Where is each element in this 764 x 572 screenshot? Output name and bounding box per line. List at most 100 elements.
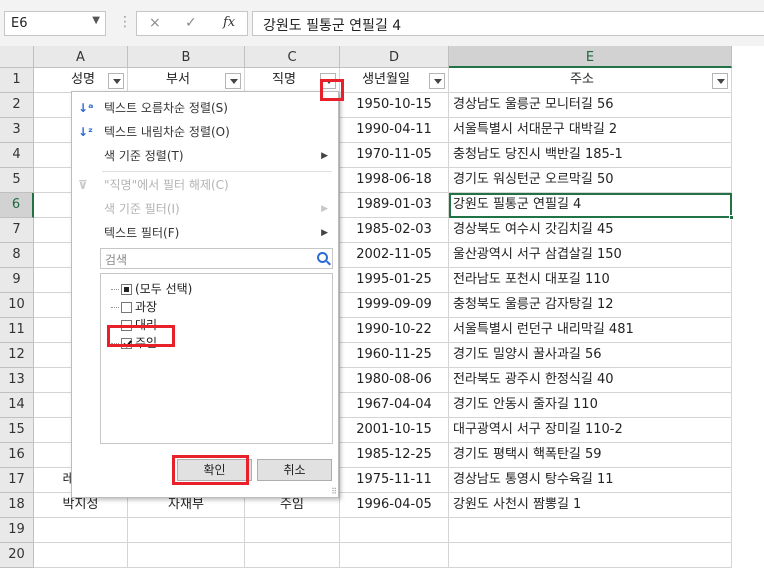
ok-button[interactable]: 확인 [177,459,252,481]
table-header-cell[interactable]: 성명 [34,68,128,93]
cell[interactable]: 1989-01-03 [340,193,449,218]
insert-function-icon[interactable]: fx [223,15,235,30]
cell[interactable]: 1985-12-25 [340,443,449,468]
cell[interactable]: 경기도 평택시 핵폭탄길 59 [449,443,732,468]
cell[interactable] [34,543,128,568]
cell[interactable]: 경상북도 여수시 갓김치길 45 [449,218,732,243]
table-header-cell[interactable]: 주소 [449,68,732,93]
row-header[interactable]: 10 [0,293,34,318]
row-header[interactable]: 19 [0,518,34,543]
row-header[interactable]: 5 [0,168,34,193]
menu-item-text-filter[interactable]: 텍스트 필터(F) ▶ [72,221,338,245]
cell[interactable]: 대구광역시 서구 장미길 110-2 [449,418,732,443]
column-header-e[interactable]: E [449,46,732,68]
row-header[interactable]: 16 [0,443,34,468]
cell[interactable]: 전라남도 포천시 대포길 110 [449,268,732,293]
filter-dropdown-button[interactable] [712,73,728,89]
filter-option-select-all[interactable]: (모두 선택) [111,280,192,298]
checkbox-partial[interactable] [121,284,132,295]
cell[interactable]: 1970-11-05 [340,143,449,168]
row-header[interactable]: 12 [0,343,34,368]
column-header-d[interactable]: D [340,46,449,68]
cell[interactable]: 1998-06-18 [340,168,449,193]
menu-item-sort-by-color[interactable]: 색 기준 정렬(T) ▶ [72,144,338,168]
row-header[interactable]: 13 [0,368,34,393]
cell[interactable]: 1990-10-22 [340,318,449,343]
row-header[interactable]: 7 [0,218,34,243]
cell[interactable]: 1995-01-25 [340,268,449,293]
cell[interactable] [449,518,732,543]
checkbox-checked[interactable] [121,338,132,349]
row-header[interactable]: 9 [0,268,34,293]
cell[interactable]: 울산광역시 서구 삼겹살길 150 [449,243,732,268]
row-header[interactable]: 17 [0,468,34,493]
filter-dropdown-button[interactable] [108,73,124,89]
row-header[interactable]: 15 [0,418,34,443]
filter-dropdown-button[interactable] [225,73,241,89]
cell[interactable]: 경기도 안동시 줄자길 110 [449,393,732,418]
row-header[interactable]: 4 [0,143,34,168]
table-header-cell[interactable]: 직명 [245,68,340,93]
row-header[interactable]: 1 [0,68,34,93]
cancel-button[interactable]: 취소 [257,459,332,481]
row-header[interactable]: 11 [0,318,34,343]
checkbox-unchecked[interactable] [121,302,132,313]
cell[interactable] [245,518,340,543]
cell[interactable] [340,518,449,543]
resize-grip-icon[interactable]: ⠿ [331,487,337,496]
cell[interactable]: 서울특별시 서대문구 대박길 2 [449,118,732,143]
fill-handle[interactable] [729,215,734,220]
row-header[interactable]: 20 [0,543,34,568]
cell[interactable] [128,543,245,568]
row-header[interactable]: 2 [0,93,34,118]
row-header[interactable]: 18 [0,493,34,518]
cell[interactable]: 1980-08-06 [340,368,449,393]
filter-search-input[interactable]: 검색 [100,248,333,269]
cell[interactable]: 경기도 밀양시 꿀사과길 56 [449,343,732,368]
filter-option-gwajang[interactable]: 과장 [111,298,157,316]
menu-item-sort-descending[interactable]: ↓ᶻ 텍스트 내림차순 정렬(O) [72,120,338,144]
column-header-a[interactable]: A [34,46,128,68]
row-header[interactable]: 8 [0,243,34,268]
chevron-down-icon[interactable]: ▼ [92,15,100,26]
cell[interactable] [128,518,245,543]
search-icon[interactable] [317,252,328,263]
cell[interactable]: 전라북도 광주시 한정식길 40 [449,368,732,393]
cell[interactable]: 경기도 워싱턴군 오르막길 50 [449,168,732,193]
name-box[interactable]: E6 ▼ [4,11,106,36]
row-header[interactable]: 3 [0,118,34,143]
filter-dropdown-button[interactable] [429,73,445,89]
filter-dropdown-button[interactable] [320,73,336,89]
cell[interactable] [340,543,449,568]
filter-value-list[interactable]: (모두 선택) 과장 대리 주임 [100,273,333,444]
selected-cell[interactable]: 강원도 필통군 연필길 4 [449,193,732,218]
cell[interactable]: 1990-04-11 [340,118,449,143]
column-header-b[interactable]: B [128,46,245,68]
menu-item-sort-ascending[interactable]: ↓ᵃ 텍스트 오름차순 정렬(S) [72,96,338,120]
cell[interactable] [34,518,128,543]
cell[interactable]: 충청북도 울릉군 감자탕길 12 [449,293,732,318]
cell[interactable]: 강원도 사천시 짬뽕길 1 [449,493,732,518]
cell[interactable]: 1975-11-11 [340,468,449,493]
cell[interactable]: 1960-11-25 [340,343,449,368]
checkbox-unchecked[interactable] [121,320,132,331]
cell[interactable] [449,543,732,568]
cell[interactable]: 2001-10-15 [340,418,449,443]
select-all-corner[interactable] [0,46,34,68]
formula-input[interactable]: 강원도 필통군 연필길 4 [252,11,764,36]
cell[interactable]: 충청남도 당진시 백반길 185-1 [449,143,732,168]
filter-option-daeri[interactable]: 대리 [111,316,157,334]
filter-option-juim[interactable]: 주임 [111,334,157,352]
cell[interactable]: 1967-04-04 [340,393,449,418]
cell[interactable]: 1985-02-03 [340,218,449,243]
cell[interactable] [245,543,340,568]
cell[interactable]: 1999-09-09 [340,293,449,318]
cancel-icon[interactable]: × [149,15,161,31]
cell[interactable]: 경상남도 울릉군 모니터길 56 [449,93,732,118]
row-header[interactable]: 6 [0,193,34,218]
table-header-cell[interactable]: 생년월일 [340,68,449,93]
row-header[interactable]: 14 [0,393,34,418]
cell[interactable]: 1996-04-05 [340,493,449,518]
cell[interactable]: 서울특별시 런던구 내리막길 481 [449,318,732,343]
cell[interactable]: 1950-10-15 [340,93,449,118]
